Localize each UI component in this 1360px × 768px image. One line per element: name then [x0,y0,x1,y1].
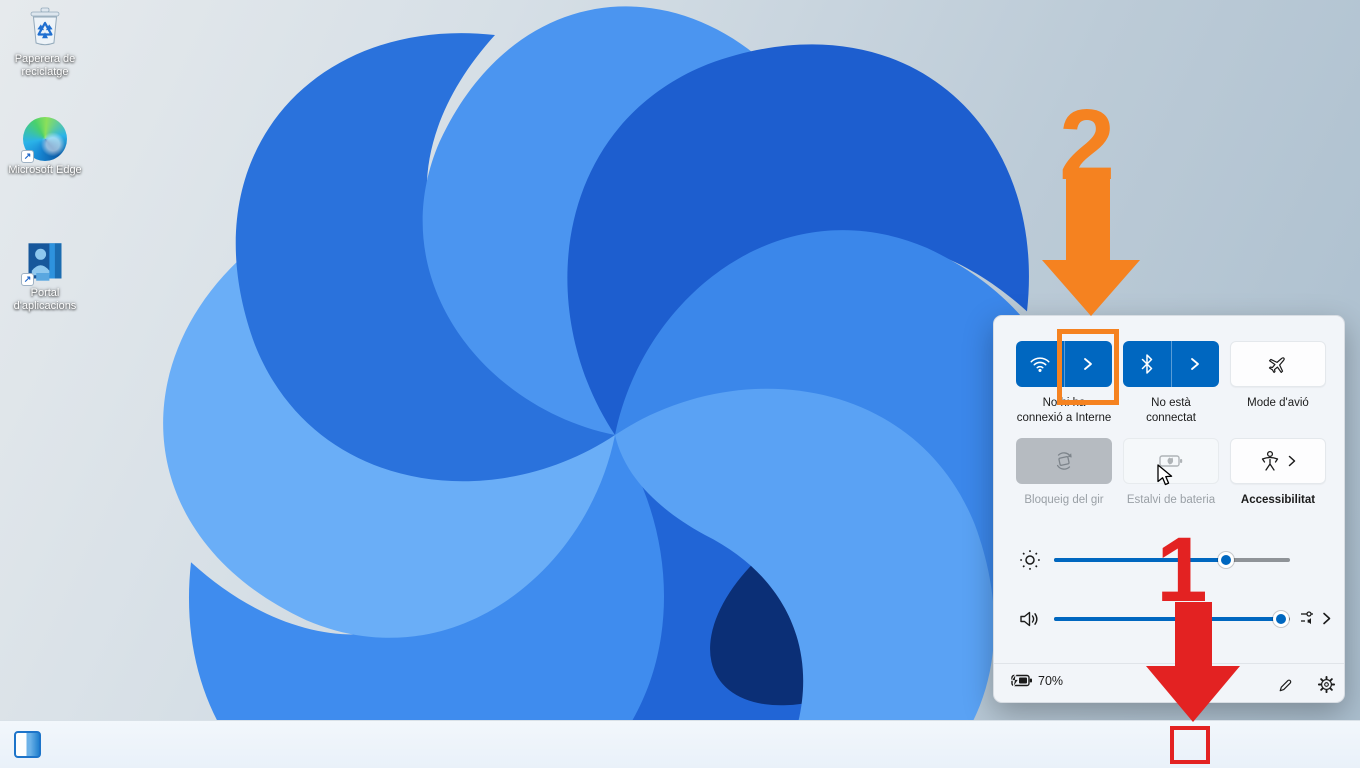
desktop-icon-company-portal[interactable]: ↗ Portal d'aplicacions [1,240,89,313]
brightness-thumb[interactable] [1218,552,1235,568]
chevron-right-icon [1323,612,1331,624]
wifi-icon [1030,357,1050,372]
edge-label: Microsoft Edge [8,164,82,176]
sound-output-button[interactable] [1299,608,1331,628]
annotation-step2-highlight-box [1057,329,1119,405]
recycle-bin-icon [30,7,60,46]
battery-status[interactable]: 70% [1009,673,1063,688]
volume-icon [1020,611,1038,627]
shortcut-arrow-icon: ↗ [21,273,34,286]
company-portal-label: Portal d'aplicacions [13,287,77,312]
bluetooth-button[interactable] [1123,341,1171,387]
rotation-lock-button[interactable] [1016,438,1112,484]
desktop-icon-edge[interactable]: ↗ Microsoft Edge [1,117,89,177]
battery-percent-label: 70% [1038,673,1064,688]
annotation-step1-arrow-shaft [1175,602,1212,668]
battery-charging-icon [1010,673,1032,688]
rotation-lock-icon [1056,452,1072,470]
taskbar: 10:37 24/5/2024 z [0,720,1360,768]
mouse-cursor [1157,464,1173,486]
settings-button[interactable] [1314,672,1338,696]
airplane-icon [1268,357,1285,374]
quick-settings-panel: No hi ha connexió a Interne No està conn… [993,315,1345,703]
bluetooth-icon [1141,354,1152,374]
chevron-right-icon [1288,455,1296,467]
widgets-button[interactable] [14,731,41,758]
shortcut-arrow-icon: ↗ [21,150,34,163]
qs-footer-divider [994,663,1344,664]
edit-quick-settings-button[interactable] [1272,672,1296,696]
chevron-right-icon [1191,358,1200,370]
pencil-icon [1279,679,1292,692]
annotation-step1-highlight-box [1170,726,1210,764]
bluetooth-split-button [1123,341,1219,387]
airplane-mode-label: Mode d'avió [1247,397,1309,409]
bluetooth-status-label: No està connectat [1146,397,1196,424]
accessibility-icon [1261,450,1279,471]
rotation-lock-label: Bloqueig del gir [1024,494,1104,506]
volume-thumb[interactable] [1272,611,1289,627]
desktop: Paperera de reciclatge ↗ Microsoft Edge … [0,0,1360,768]
bluetooth-expand-button[interactable] [1170,341,1220,387]
sound-output-icon [1301,611,1313,625]
battery-saver-label: Estalvi de bateria [1126,494,1216,506]
annotation-step1-arrow-head [1146,666,1240,722]
desktop-icon-recycle-bin[interactable]: Paperera de reciclatge [1,6,89,79]
annotation-step2-arrow-head [1042,260,1140,316]
gear-icon [1317,675,1335,693]
brightness-icon [1020,550,1040,570]
accessibility-label: Accessibilitat [1240,494,1316,506]
airplane-mode-button[interactable] [1230,341,1326,387]
accessibility-button[interactable] [1230,438,1326,484]
recycle-bin-label: Paperera de reciclatge [14,53,76,78]
annotation-step2-arrow-shaft [1066,178,1110,262]
